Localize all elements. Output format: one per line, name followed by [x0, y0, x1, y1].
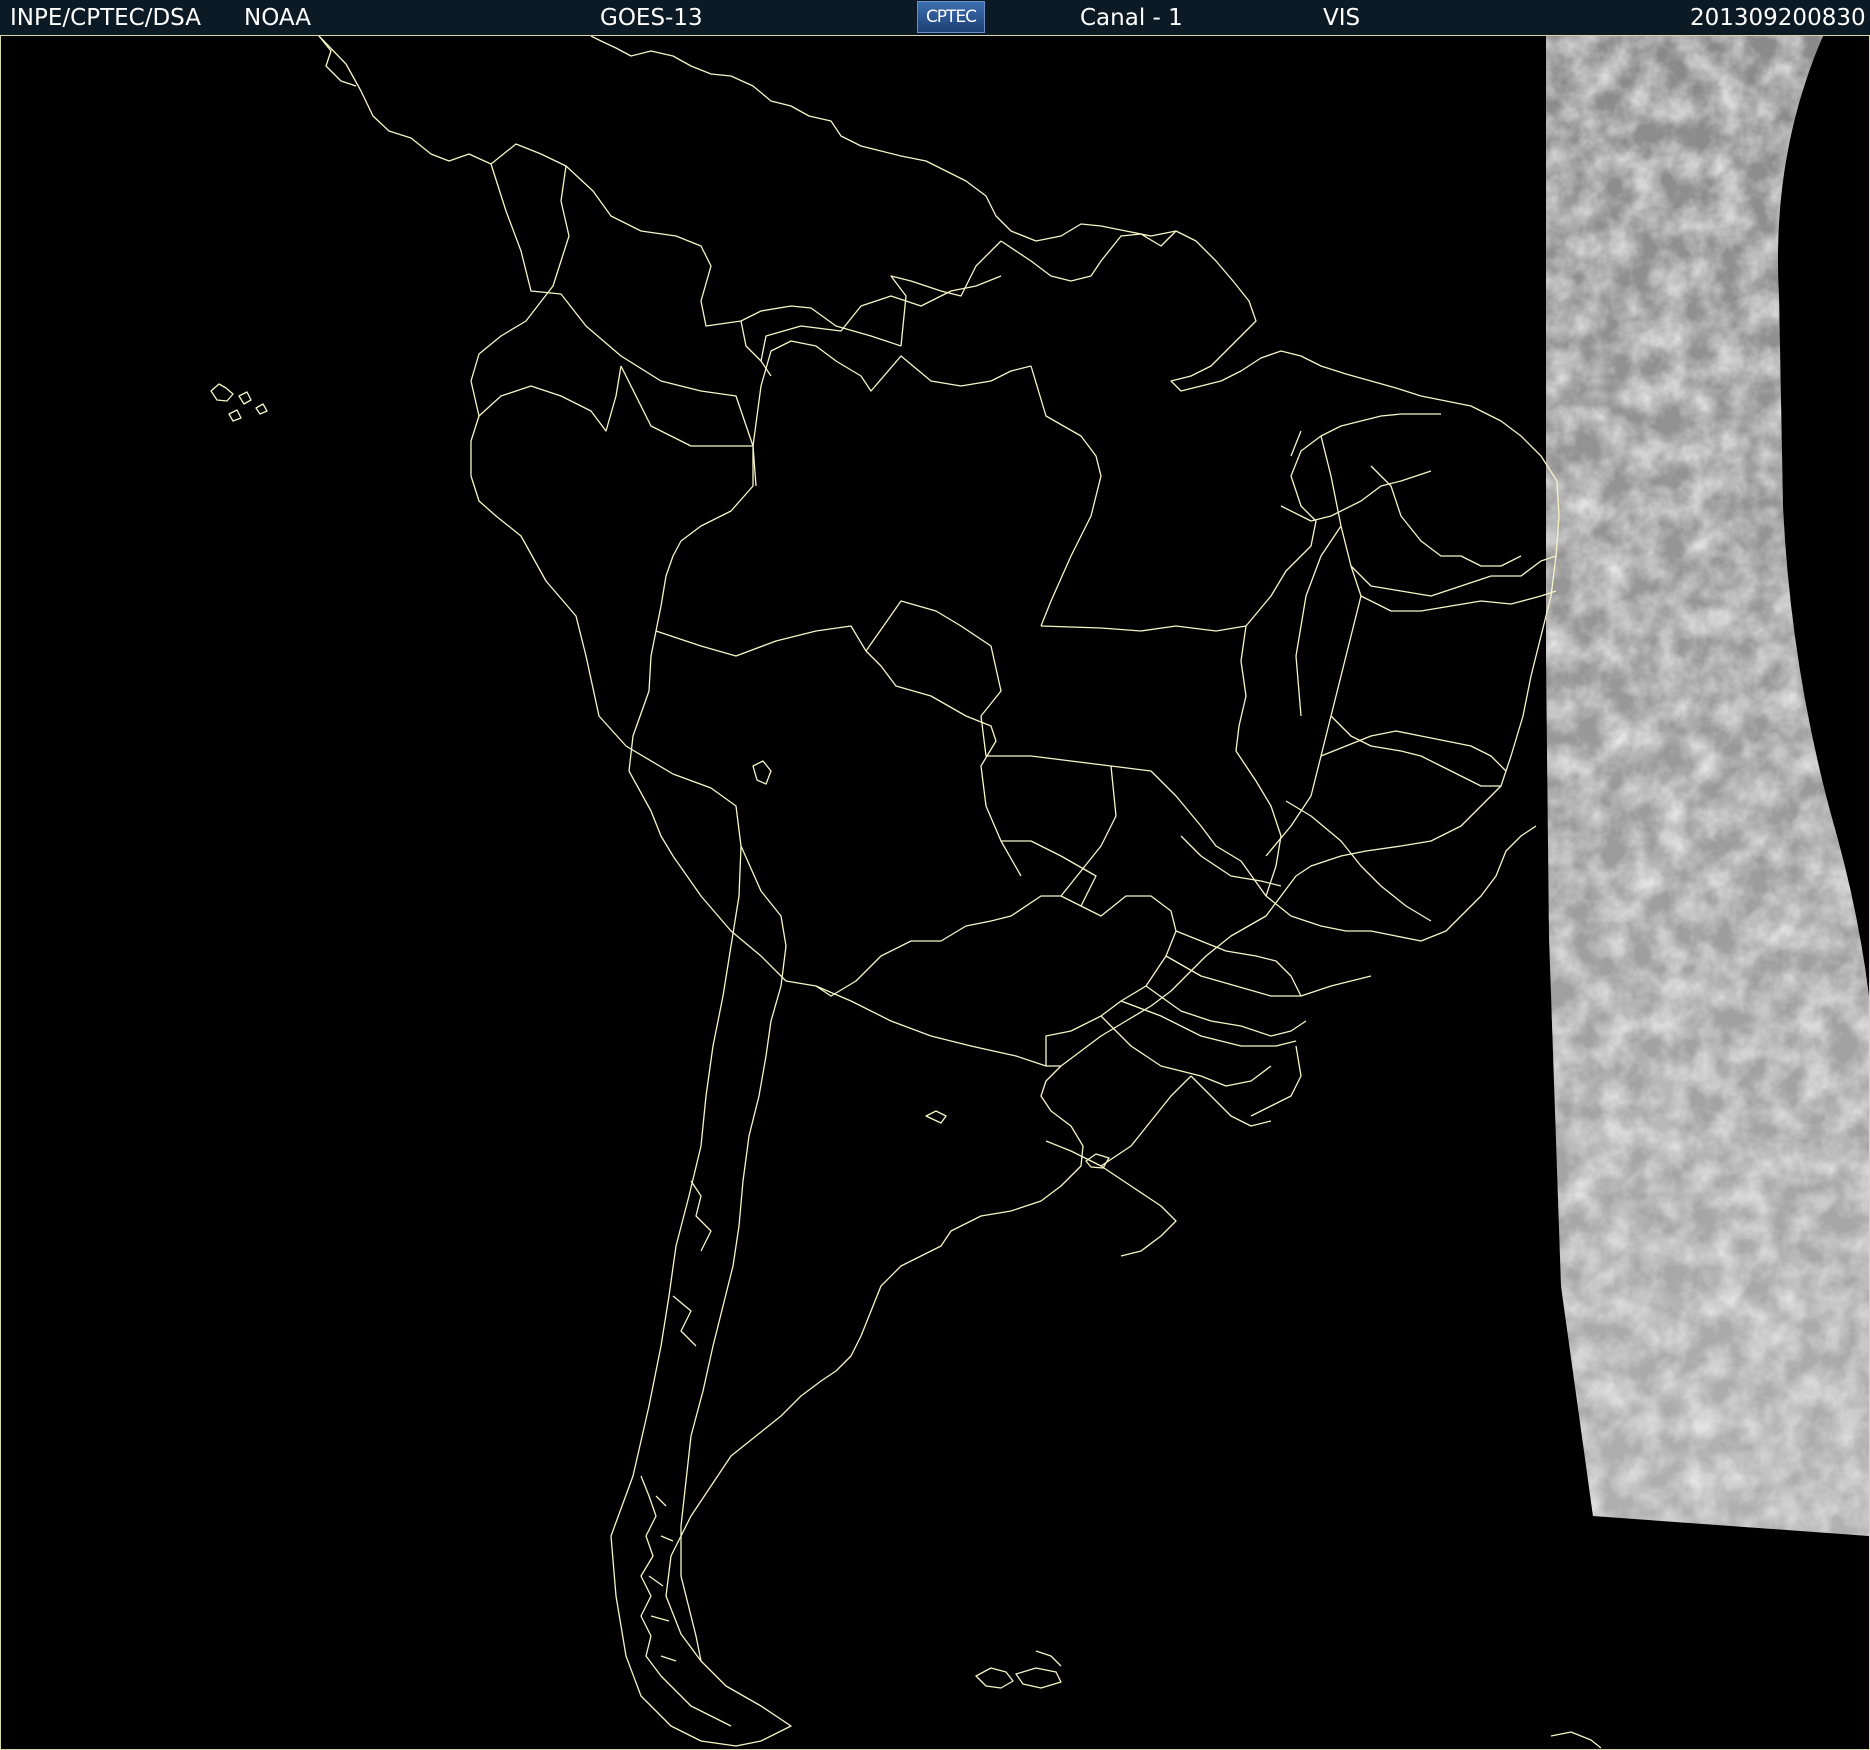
lake-titicaca: [752, 760, 772, 785]
south-america-map: [210, 36, 1869, 1749]
fr-guiana-border: [1100, 230, 1177, 262]
satellite-label: GOES-13: [600, 5, 703, 31]
channel-label: Canal - 1: [1080, 5, 1183, 31]
country-and-state-borders: [210, 36, 1602, 1749]
galapagos-islands: [210, 383, 268, 422]
band-label: VIS: [1323, 5, 1361, 31]
patagonia-archipelago: [640, 1475, 732, 1727]
brazil-west-border: [655, 625, 1022, 877]
satellite-image-frame: [0, 35, 1870, 1750]
peru-border: [620, 365, 754, 857]
falkland-islands: [975, 1667, 1062, 1689]
chile-argentina-border: [680, 845, 787, 1662]
cloud-imagery-swath: [1546, 36, 1869, 1536]
brazil-north-border: [752, 340, 1032, 447]
paraguay-border: [1045, 895, 1177, 1067]
uruguay-border: [1045, 1140, 1177, 1257]
ecuador-border: [478, 365, 622, 432]
institution-label: INPE/CPTEC/DSA: [10, 5, 201, 31]
bolivia-border: [672, 840, 1097, 997]
argentina-north-border: [815, 985, 1047, 1067]
agency-label: NOAA: [244, 5, 312, 31]
timestamp-label: 201309200830: [1690, 5, 1866, 31]
image-header-bar: INPE/CPTEC/DSA NOAA GOES-13 CPTEC Canal …: [0, 0, 1870, 35]
continent-coastline: [318, 36, 1560, 1747]
cptec-logo-text: CPTEC: [925, 7, 977, 27]
suriname-border: [1000, 240, 1102, 282]
cptec-logo: CPTEC: [917, 1, 985, 33]
